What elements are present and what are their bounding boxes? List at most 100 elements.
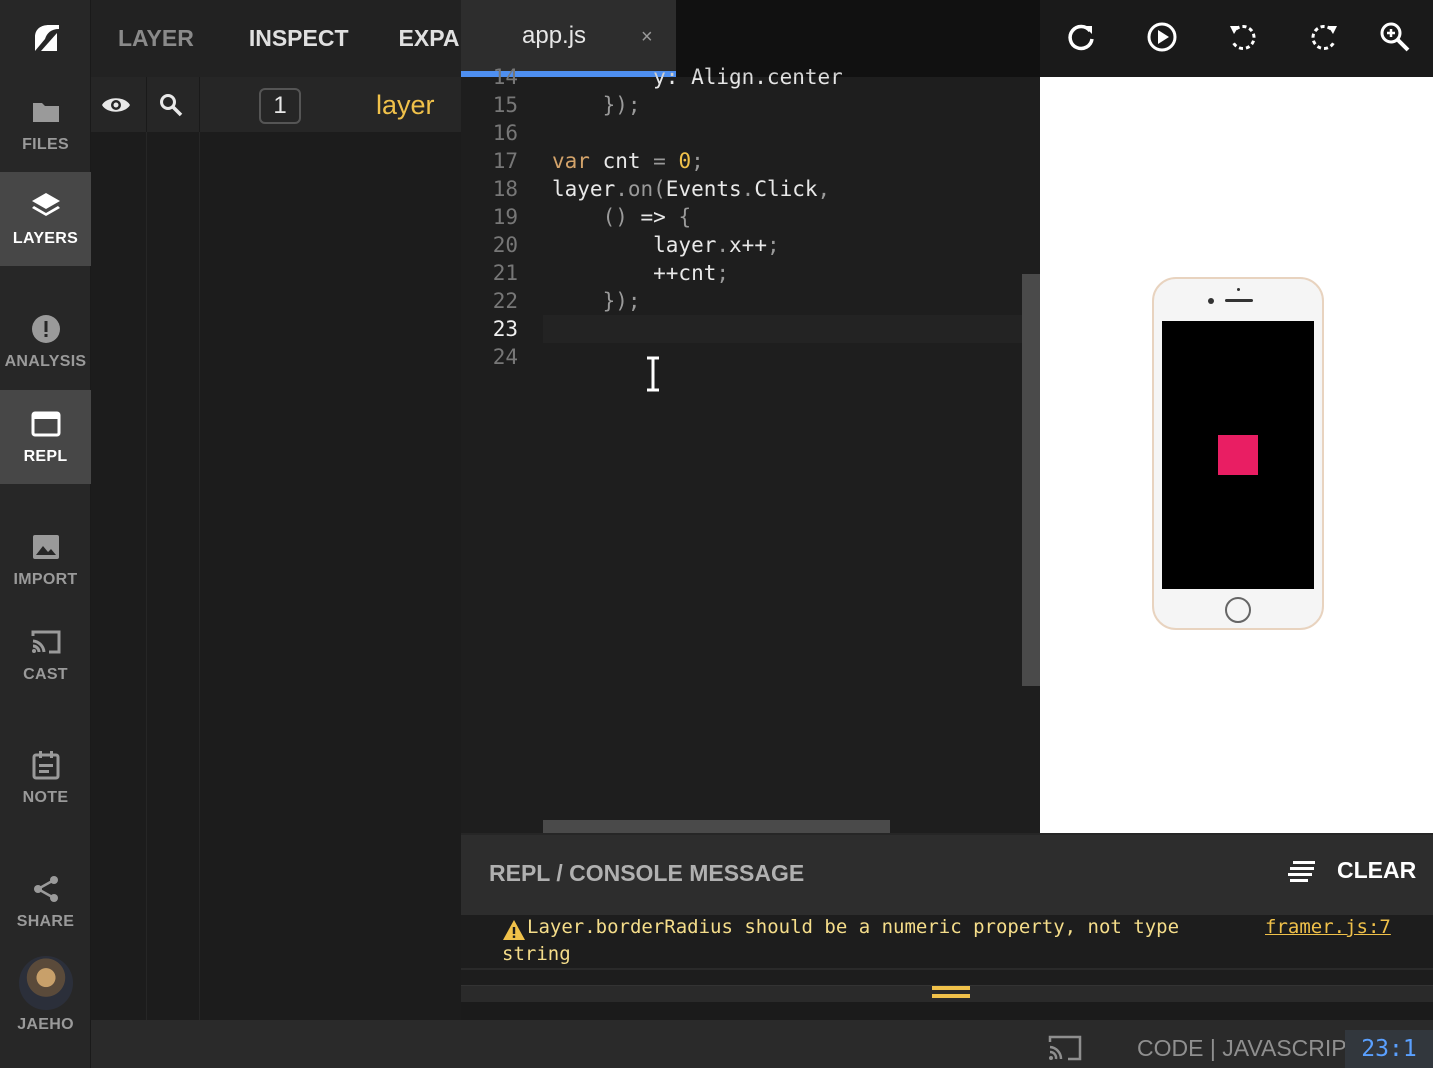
home-button	[1225, 597, 1251, 623]
line-number: 14	[492, 65, 518, 89]
editor-vertical-scrollbar[interactable]	[1022, 274, 1040, 686]
rotate-left-icon	[1230, 24, 1256, 50]
layer-search-button[interactable]	[158, 92, 184, 123]
cursor-position[interactable]: 23:1	[1345, 1030, 1433, 1068]
eye-icon	[102, 98, 130, 112]
nav-note[interactable]: NOTE	[0, 731, 91, 825]
refresh-button[interactable]	[1064, 20, 1098, 54]
nav-cast-label: CAST	[23, 666, 68, 683]
layers-icon	[31, 193, 60, 216]
line-number: 22	[492, 289, 518, 313]
nav-layers[interactable]: LAYERS	[0, 172, 91, 266]
speaker	[1225, 299, 1253, 302]
left-nav: FILES LAYERS ANALYSIS REPL IMPORT CAST N…	[0, 0, 91, 1068]
iphone-frame	[1152, 277, 1324, 630]
sensor	[1237, 288, 1240, 291]
nav-profile[interactable]: JAEHO	[0, 950, 91, 1040]
nav-analysis[interactable]: ANALYSIS	[0, 295, 91, 389]
code-line: layer.on(Events.Click,	[552, 177, 831, 201]
layer-square[interactable]	[1218, 435, 1258, 475]
tab-app-js-label: app.js	[522, 22, 587, 49]
rotate-left-button[interactable]	[1226, 20, 1260, 54]
line-number: 23	[492, 317, 518, 341]
text-cursor-icon	[643, 356, 663, 397]
play-button[interactable]	[1145, 20, 1179, 54]
tab-close-icon[interactable]: ×	[641, 26, 653, 49]
code-line: });	[552, 289, 641, 313]
tab-expand[interactable]: EXPANI	[399, 25, 461, 52]
zoom-in-button[interactable]	[1378, 20, 1412, 54]
nav-profile-label: JAEHO	[17, 1016, 74, 1033]
layer-panel-tabs: LAYER INSPECT EXPANI	[91, 0, 461, 77]
image-icon	[32, 535, 59, 559]
front-camera	[1208, 298, 1214, 304]
play-icon	[1147, 22, 1177, 52]
line-number: 19	[492, 205, 518, 229]
nav-import[interactable]: IMPORT	[0, 513, 91, 607]
cast-status-button[interactable]	[1048, 1034, 1082, 1067]
language-mode[interactable]: CODE | JAVASCRIPT	[1137, 1035, 1361, 1062]
code-line: layer.x++;	[552, 233, 780, 257]
rotate-right-icon	[1311, 24, 1337, 50]
nav-files-label: FILES	[22, 136, 69, 153]
toolbar-divider	[146, 77, 147, 132]
nav-repl-label: REPL	[23, 448, 68, 465]
folder-icon	[32, 103, 59, 122]
tree-guide-line	[199, 132, 200, 1020]
editor-horizontal-scrollbar[interactable]	[543, 820, 890, 833]
nav-share-label: SHARE	[16, 913, 75, 930]
drag-handle-icon[interactable]	[932, 984, 970, 1005]
console-message: Layer.borderRadius should be a numeric p…	[502, 914, 1242, 968]
tree-guide-line	[146, 132, 147, 1020]
device-screen[interactable]	[1162, 321, 1314, 589]
toolbar-divider	[199, 77, 200, 132]
line-number: 24	[492, 345, 518, 369]
nav-share[interactable]: SHARE	[0, 855, 91, 949]
search-icon	[160, 94, 183, 117]
clear-lines-icon	[1288, 860, 1315, 882]
line-number: 18	[492, 177, 518, 201]
avatar	[18, 956, 73, 1010]
layer-name[interactable]: layer	[376, 90, 435, 121]
current-line-highlight	[543, 315, 1022, 343]
nav-note-label: NOTE	[22, 789, 69, 806]
rotate-right-button[interactable]	[1307, 20, 1341, 54]
device-preview	[1040, 77, 1433, 833]
tab-inspect[interactable]: INSPECT	[249, 25, 349, 52]
line-number: 15	[492, 93, 518, 117]
console-source-link[interactable]: framer.js:7	[1265, 914, 1391, 941]
visibility-toggle[interactable]	[101, 92, 131, 123]
code-line: () => {	[602, 205, 692, 229]
nav-repl[interactable]: REPL	[0, 390, 91, 484]
line-number: 16	[492, 121, 518, 145]
logo-icon	[34, 24, 59, 51]
code-line: });	[552, 93, 641, 117]
tab-layer[interactable]: LAYER	[118, 25, 194, 52]
console-title: REPL / CONSOLE MESSAGE	[489, 860, 805, 886]
nav-layers-label: LAYERS	[12, 230, 79, 247]
console-message-line: Layer.borderRadius should be a numeric p…	[527, 916, 1180, 938]
app-logo[interactable]	[0, 0, 91, 75]
window-icon	[31, 411, 60, 437]
console-message-line: string	[502, 943, 571, 965]
line-number: 21	[492, 261, 518, 285]
layer-count-badge: 1	[259, 88, 301, 124]
line-number: 20	[492, 233, 518, 257]
code-line: ++cnt;	[552, 261, 730, 285]
zoom-in-icon	[1380, 22, 1410, 52]
alert-icon	[31, 315, 60, 343]
nav-cast[interactable]: CAST	[0, 608, 91, 702]
refresh-icon	[1068, 24, 1094, 51]
nav-analysis-label: ANALYSIS	[4, 353, 87, 370]
nav-import-label: IMPORT	[13, 571, 78, 588]
nav-files[interactable]: FILES	[0, 78, 91, 172]
calendar-icon	[32, 751, 59, 780]
cast-icon	[31, 630, 60, 654]
code-line: var cnt = 0;	[552, 149, 704, 173]
cast-icon	[1048, 1035, 1082, 1061]
console-divider	[461, 968, 1433, 970]
clear-button[interactable]: CLEAR	[1287, 857, 1416, 884]
line-number: 17	[492, 149, 518, 173]
share-icon	[33, 876, 58, 902]
clear-label: CLEAR	[1337, 857, 1417, 883]
